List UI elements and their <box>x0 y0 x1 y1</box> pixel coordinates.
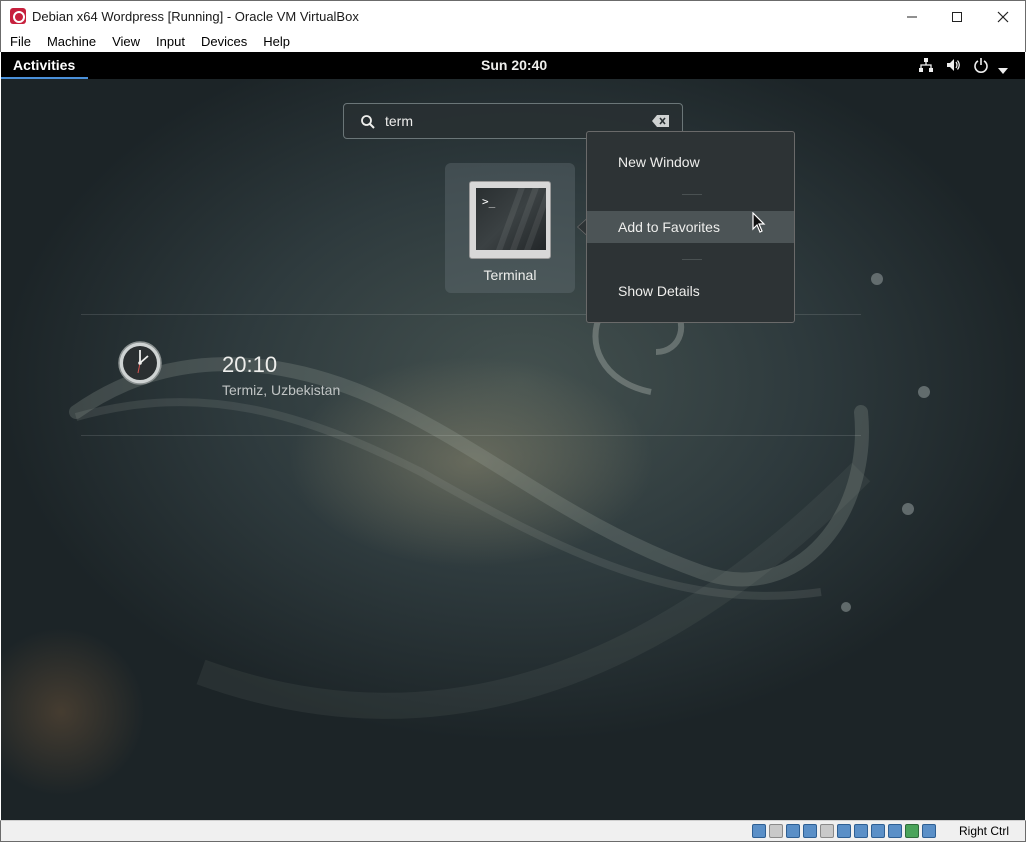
display-icon[interactable] <box>854 824 868 838</box>
menu-caret-icon[interactable] <box>998 61 1008 77</box>
menu-help[interactable]: Help <box>255 34 298 49</box>
activities-button[interactable]: Activities <box>1 52 88 79</box>
topbar-clock[interactable]: Sun 20:40 <box>481 57 547 73</box>
terminal-prompt: >_ <box>482 195 496 208</box>
search-query: term <box>385 113 413 129</box>
app-result-terminal[interactable]: >_ Terminal <box>445 163 575 293</box>
decor-dot <box>871 273 883 285</box>
close-icon <box>997 11 1009 22</box>
menu-separator <box>682 259 702 260</box>
menu-separator <box>682 194 702 195</box>
menu-item-show-details[interactable]: Show Details <box>587 275 794 307</box>
network-icon[interactable] <box>918 57 934 76</box>
cpu-icon[interactable] <box>905 824 919 838</box>
results-divider <box>81 435 861 436</box>
network-adapter-icon[interactable] <box>803 824 817 838</box>
mouse-integration-icon[interactable] <box>888 824 902 838</box>
usb-icon[interactable] <box>820 824 834 838</box>
search-icon <box>361 115 375 129</box>
app-result-label: Terminal <box>483 267 537 283</box>
decor-dot <box>918 386 930 398</box>
world-clock-time[interactable]: 20:10 <box>222 352 277 378</box>
terminal-icon: >_ <box>469 181 551 259</box>
window-title: Debian x64 Wordpress [Running] - Oracle … <box>32 8 359 24</box>
vbox-statusbar: Right Ctrl <box>0 820 1026 842</box>
host-key-label: Right Ctrl <box>959 824 1010 838</box>
audio-icon[interactable] <box>786 824 800 838</box>
optical-drive-icon[interactable] <box>769 824 783 838</box>
minimize-icon <box>907 16 917 17</box>
hard-disk-icon[interactable] <box>752 824 766 838</box>
minimize-button[interactable] <box>889 1 935 32</box>
volume-icon[interactable] <box>945 57 961 76</box>
window-titlebar: Debian x64 Wordpress [Running] - Oracle … <box>0 0 1026 31</box>
decor-dot <box>841 602 851 612</box>
power-icon[interactable] <box>973 57 989 76</box>
video-capture-icon[interactable] <box>871 824 885 838</box>
virtualbox-icon <box>10 8 26 24</box>
menu-machine[interactable]: Machine <box>39 34 104 49</box>
vbox-menubar: File Machine View Input Devices Help <box>0 31 1026 52</box>
gnome-topbar: Activities Sun 20:40 <box>1 52 1025 79</box>
maximize-button[interactable] <box>934 1 980 32</box>
close-button[interactable] <box>980 1 1026 32</box>
menu-input[interactable]: Input <box>148 34 193 49</box>
clear-text-icon[interactable] <box>652 114 670 128</box>
world-clock-place: Termiz, Uzbekistan <box>222 382 341 398</box>
menu-item-new-window[interactable]: New Window <box>587 146 794 178</box>
menu-view[interactable]: View <box>104 34 148 49</box>
maximize-icon <box>952 11 962 22</box>
clock-icon <box>118 341 162 385</box>
keyboard-icon[interactable] <box>922 824 936 838</box>
decor-dot <box>902 503 914 515</box>
mouse-cursor-icon <box>752 212 766 233</box>
shared-folders-icon[interactable] <box>837 824 851 838</box>
menu-devices[interactable]: Devices <box>193 34 255 49</box>
menu-file[interactable]: File <box>1 34 39 49</box>
guest-screen[interactable]: Activities Sun 20:40 term >_ Terminal Ne… <box>1 52 1025 820</box>
